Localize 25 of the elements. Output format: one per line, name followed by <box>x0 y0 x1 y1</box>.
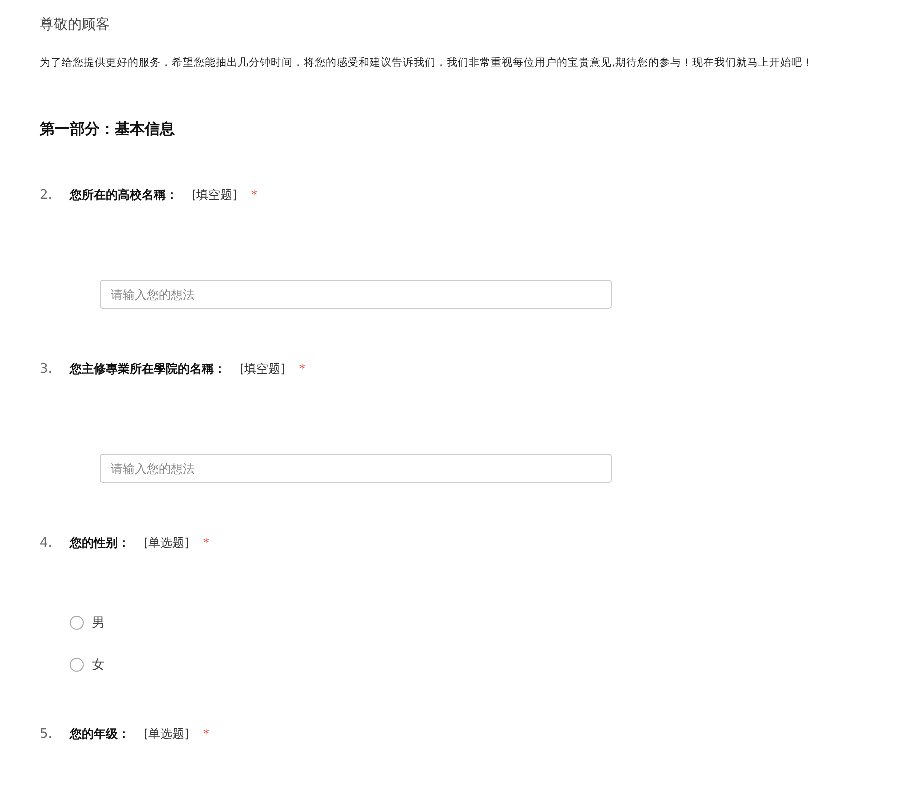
question-type: [填空题] <box>192 187 238 204</box>
question-number: 3. <box>40 362 54 377</box>
section-title: 第一部分：基本信息 <box>40 120 176 139</box>
question-type: [单选题] <box>144 535 190 552</box>
input-field[interactable]: 请输入您的想法 <box>100 454 612 483</box>
option-label[interactable]: 男 <box>92 614 105 632</box>
question-number: 2. <box>40 188 54 203</box>
question-type: [单选题] <box>144 726 190 743</box>
greeting: 尊敬的顾客 <box>40 16 111 35</box>
question-number: 4. <box>40 536 54 551</box>
radio-button[interactable] <box>70 658 84 672</box>
question-type: [填空题] <box>240 361 286 378</box>
question-number: 5. <box>40 727 54 742</box>
intro-text: 为了给您提供更好的服务，希望您能抽出几分钟时间，将您的感受和建议告诉我们，我们非常重视每位用户的宝贵意见,期待您的参与！现在我们就马上开始吧！ <box>40 56 814 70</box>
required-mark: * <box>299 362 306 376</box>
question-title: 您所在的高校名稱： <box>70 187 178 204</box>
option-label[interactable]: 女 <box>92 656 105 674</box>
required-mark: * <box>203 536 210 550</box>
required-mark: * <box>203 727 210 741</box>
question-title: 您主修專業所在學院的名稱： <box>70 361 226 378</box>
radio-button[interactable] <box>70 616 84 630</box>
required-mark: * <box>251 188 258 202</box>
question-title: 您的性别： <box>70 535 130 552</box>
question-title: 您的年级： <box>70 726 130 743</box>
input-field[interactable]: 请输入您的想法 <box>100 280 612 309</box>
